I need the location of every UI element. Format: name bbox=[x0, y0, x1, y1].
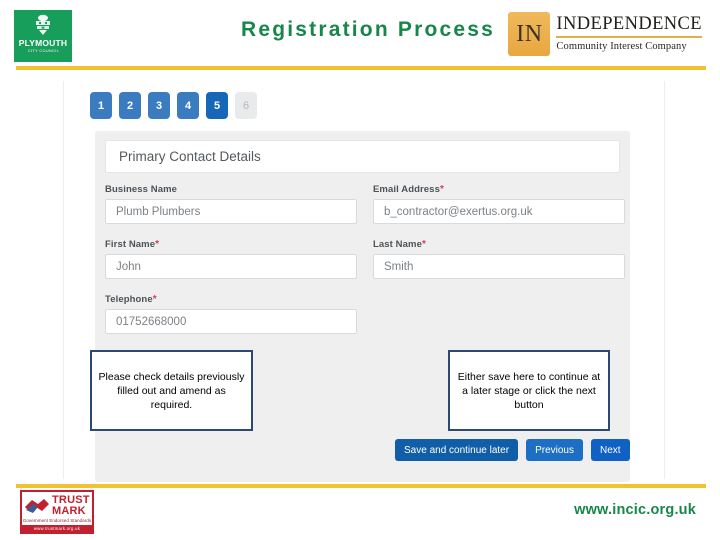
trustmark-url: www.trustmark.org.uk bbox=[22, 525, 92, 532]
plymouth-logo-subtitle: CITY COUNCIL bbox=[27, 48, 59, 53]
field-first-name: First Name* John bbox=[105, 239, 357, 279]
independence-badge-icon: IN bbox=[508, 12, 551, 56]
footer-website: www.incic.org.uk bbox=[574, 502, 696, 518]
step-indicator: 1 2 3 4 5 6 bbox=[90, 92, 257, 119]
required-marker: * bbox=[152, 294, 157, 305]
label-text: First Name bbox=[105, 239, 156, 250]
slide-header: PLYMOUTH CITY COUNCIL Registration Proce… bbox=[0, 0, 720, 70]
field-label-business-name: Business Name bbox=[105, 184, 357, 195]
required-marker: * bbox=[155, 239, 160, 250]
required-marker: * bbox=[439, 184, 444, 195]
field-email-address: Email Address* b_contractor@exertus.org.… bbox=[373, 184, 625, 224]
field-business-name: Business Name Plumb Plumbers bbox=[105, 184, 357, 224]
save-and-continue-later-button[interactable]: Save and continue later bbox=[395, 439, 519, 461]
independence-logo-name: INDEPENDENCE bbox=[556, 14, 702, 38]
previous-button[interactable]: Previous bbox=[526, 439, 583, 461]
form-actions: Save and continue later Previous Next bbox=[395, 439, 630, 461]
step-3[interactable]: 3 bbox=[148, 92, 170, 119]
label-text: Telephone bbox=[105, 294, 153, 305]
field-label-email-address: Email Address* bbox=[373, 184, 625, 195]
trustmark-logo: TRUST MARK Government Endorsed Standards… bbox=[20, 490, 94, 534]
next-button[interactable]: Next bbox=[590, 439, 630, 461]
business-name-input[interactable]: Plumb Plumbers bbox=[105, 199, 357, 224]
step-5[interactable]: 5 bbox=[206, 92, 228, 119]
label-text: Email Address bbox=[373, 184, 440, 195]
step-4[interactable]: 4 bbox=[177, 92, 199, 119]
field-label-last-name: Last Name* bbox=[373, 239, 625, 250]
footer-divider bbox=[16, 484, 706, 488]
callout-save-or-next: Either save here to continue at a later … bbox=[448, 350, 610, 431]
first-name-input[interactable]: John bbox=[105, 254, 357, 279]
label-text: Last Name bbox=[373, 239, 422, 250]
email-address-input[interactable]: b_contractor@exertus.org.uk bbox=[373, 199, 625, 224]
required-marker: * bbox=[421, 239, 426, 250]
step-1[interactable]: 1 bbox=[90, 92, 112, 119]
independence-cic-logo: IN INDEPENDENCE Community Interest Compa… bbox=[508, 12, 702, 58]
field-label-first-name: First Name* bbox=[105, 239, 357, 250]
header-divider bbox=[16, 66, 706, 70]
slide-root: PLYMOUTH CITY COUNCIL Registration Proce… bbox=[0, 0, 720, 540]
handshake-icon bbox=[24, 495, 50, 517]
field-telephone: Telephone* 01752668000 bbox=[105, 294, 357, 334]
field-last-name: Last Name* Smith bbox=[373, 239, 625, 279]
telephone-input[interactable]: 01752668000 bbox=[105, 309, 357, 334]
callout-check-details: Please check details previously filled o… bbox=[90, 350, 253, 431]
last-name-input[interactable]: Smith bbox=[373, 254, 625, 279]
independence-logo-tagline: Community Interest Company bbox=[556, 41, 687, 52]
step-6: 6 bbox=[235, 92, 257, 119]
trustmark-line2: MARK bbox=[52, 505, 86, 517]
field-label-telephone: Telephone* bbox=[105, 294, 357, 305]
panel-title: Primary Contact Details bbox=[105, 140, 620, 173]
trustmark-tagline: Government Endorsed Standards bbox=[22, 518, 92, 523]
label-text: Business Name bbox=[105, 184, 178, 195]
step-2[interactable]: 2 bbox=[119, 92, 141, 119]
